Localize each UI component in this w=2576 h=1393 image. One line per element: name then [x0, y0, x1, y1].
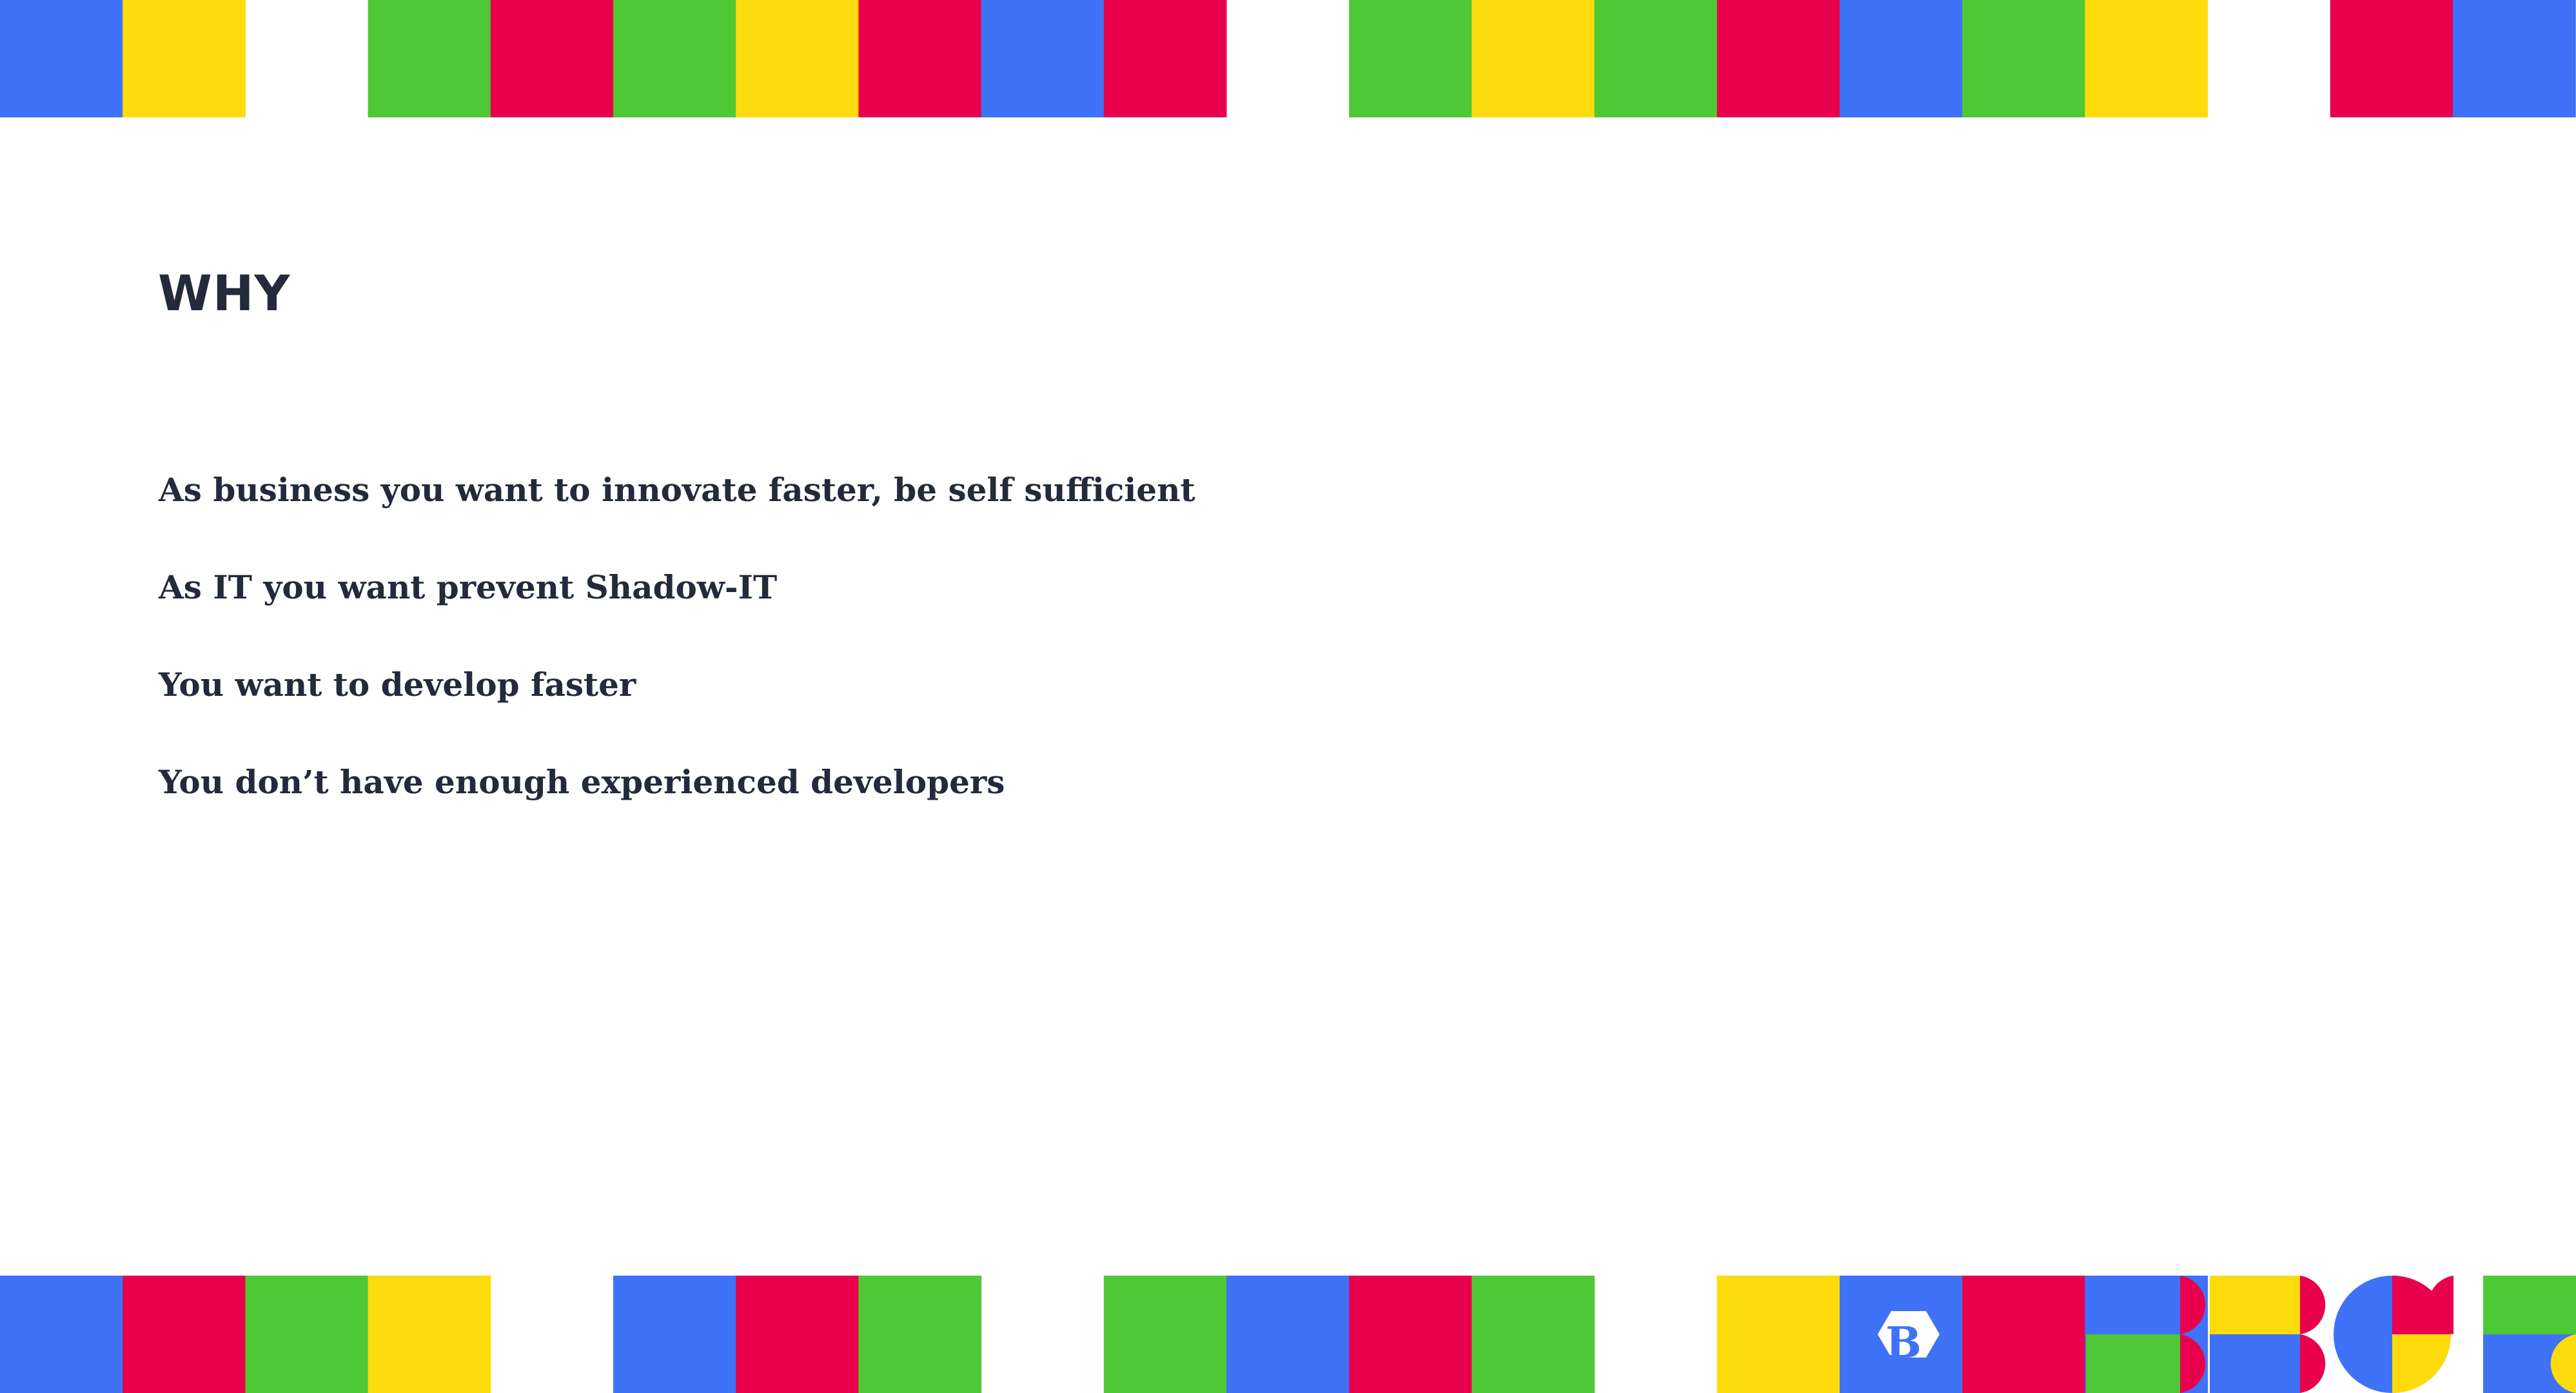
logo-letter: B: [1885, 1318, 1922, 1368]
color-tile: [123, 0, 246, 117]
color-tile: [613, 1276, 736, 1393]
color-tile: [123, 1276, 246, 1393]
color-tile: [1962, 1276, 2085, 1393]
color-tile: [1471, 1276, 1595, 1393]
color-tile: [245, 1276, 369, 1393]
top-color-band: [0, 0, 2576, 117]
color-tile: [1349, 1276, 1472, 1393]
color-tile: [1716, 1276, 1840, 1393]
color-tile: [2453, 0, 2576, 117]
bottom-band-graphic: B: [0, 1276, 2576, 1393]
bullet-item: As IT you want prevent Shadow-IT: [159, 568, 778, 606]
color-tile: [1226, 1276, 1350, 1393]
bullet-item: You want to develop faster: [159, 666, 636, 704]
top-band-graphic: [0, 0, 2576, 117]
color-tile: [1471, 0, 1595, 117]
bullet-item: You don’t have enough experienced develo…: [159, 763, 1005, 801]
color-tile: [490, 0, 614, 117]
color-tile: [1840, 0, 1963, 117]
brand-geometric-mark: [2086, 1276, 2576, 1393]
color-tile: [1962, 0, 2085, 117]
color-tile: [981, 0, 1105, 117]
color-tile: [368, 1276, 491, 1393]
color-tile: [2330, 0, 2453, 117]
bullet-item: As business you want to innovate faster,…: [159, 471, 1195, 509]
color-tile: [1594, 0, 1718, 117]
color-tile: [736, 0, 859, 117]
color-tile: [858, 0, 982, 117]
color-tile: [1716, 0, 1840, 117]
bottom-color-band: B: [0, 1276, 2576, 1393]
color-tile: [858, 1276, 982, 1393]
bullet-list: As business you want to innovate faster,…: [159, 464, 1195, 854]
color-tile: [368, 0, 491, 117]
color-tile: [0, 0, 123, 117]
color-tile: [1349, 0, 1472, 117]
color-tile: [1103, 1276, 1227, 1393]
color-tile: [736, 1276, 859, 1393]
color-tile: [2085, 0, 2208, 117]
color-tile: [613, 0, 736, 117]
color-tile: [0, 1276, 123, 1393]
color-tile: [1103, 0, 1227, 117]
slide-title: WHY: [158, 264, 291, 322]
